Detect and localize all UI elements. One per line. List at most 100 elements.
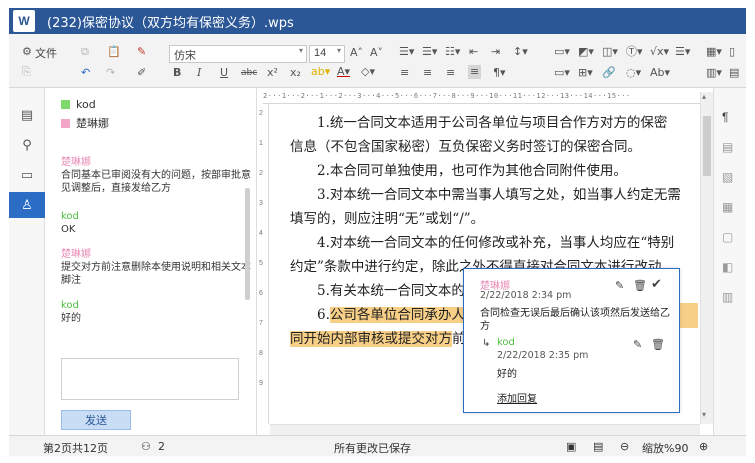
save-status: 所有更改已保存 xyxy=(334,442,411,455)
shading-icon[interactable]: ◇▾ xyxy=(361,65,375,79)
layout-icon[interactable]: ▦▾ xyxy=(706,45,722,59)
outline-icon[interactable]: ▤ xyxy=(9,102,45,128)
comments-scrollbar[interactable] xyxy=(245,188,250,300)
link-icon[interactable]: 🔗 xyxy=(602,66,616,80)
highlight-icon[interactable]: ab▾ xyxy=(311,65,330,79)
comment-highlight[interactable]: 同开始内部审核或提交对方 xyxy=(290,331,452,347)
vertical-ruler[interactable]: 2 1 2 3 4 5 6 7 8 9 xyxy=(257,104,269,424)
copy-icon[interactable]: ⧉ xyxy=(81,45,89,59)
superscript-button[interactable]: x² xyxy=(267,66,278,80)
image-icon[interactable]: ▧ xyxy=(722,170,733,184)
style-icon[interactable]: ▤ xyxy=(722,140,733,154)
format-painter-icon[interactable]: ✎ xyxy=(137,45,146,59)
font-shrink-icon[interactable]: A˅ xyxy=(370,46,383,60)
zoom-out-icon[interactable]: ⊖ xyxy=(620,440,629,453)
header-footer-icon[interactable]: ▭▾ xyxy=(554,66,570,80)
columns-icon[interactable]: ▥▾ xyxy=(706,66,722,80)
chart-insert-icon[interactable]: ◫▾ xyxy=(602,45,618,59)
comment-author: kod xyxy=(61,211,79,222)
gear-icon[interactable]: ⚙ xyxy=(22,45,32,59)
font-color-icon[interactable]: A▾ xyxy=(337,65,350,79)
web-view-icon[interactable]: ▤ xyxy=(593,440,603,453)
edit-icon[interactable]: ✎ xyxy=(633,338,642,351)
undo-icon[interactable]: ↶ xyxy=(81,66,90,80)
align-center-icon[interactable]: ≡ xyxy=(423,66,432,80)
document-icon[interactable]: ▢ xyxy=(722,230,733,244)
table-icon[interactable]: ▦ xyxy=(722,200,733,214)
paste-icon[interactable]: 📋 xyxy=(107,45,121,59)
doc-paragraph: 1.统一合同文本适用于公司各单位与项目合作方对方的保密 xyxy=(317,115,668,131)
comment-icon[interactable]: ▭ xyxy=(9,162,45,188)
scroll-thumb[interactable] xyxy=(703,116,711,176)
resolve-check-icon[interactable]: ✔ xyxy=(651,277,662,292)
ribbon-toolbar: ⚙ 文件 ⎘ ⧉ 📋 ✎ ↶ ↷ ✐ 仿宋 ▾ 14 ▾ A˄ A˅ B I U a… xyxy=(9,34,746,88)
file-menu[interactable]: 文件 xyxy=(35,45,57,61)
bold-button[interactable]: B xyxy=(173,66,181,80)
popup-reply-text: 好的 xyxy=(497,369,517,380)
formula-insert-icon[interactable]: √x▾ xyxy=(650,45,669,59)
decrease-indent-icon[interactable]: ⇤ xyxy=(469,45,478,59)
line-spacing-icon[interactable]: ↕▾ xyxy=(513,45,528,59)
delete-icon[interactable]: 🗑 xyxy=(633,279,647,292)
paragraph-mark-icon[interactable]: ¶▾ xyxy=(493,66,506,80)
align-left-icon[interactable]: ≡ xyxy=(400,66,409,80)
picture-insert-icon[interactable]: ◩▾ xyxy=(578,45,594,59)
add-reply-link[interactable]: 添加回复 xyxy=(497,390,537,405)
delete-icon[interactable]: 🗑 xyxy=(651,338,665,351)
users-icon[interactable]: ⚇ xyxy=(141,440,151,453)
reply-arrow-icon: ↳ xyxy=(482,338,491,349)
comment-item[interactable]: 楚琳娜 提交对方前注意删除本使用说明和相关文本脚注 xyxy=(61,248,251,287)
page-view-icon[interactable]: ▣ xyxy=(566,440,576,453)
comment-highlight[interactable]: 公司各单位合同承办人 xyxy=(329,307,465,323)
horizontal-ruler[interactable]: 2···1···2···1···2···3···4···5···6···7···… xyxy=(263,92,700,104)
send-button[interactable]: 发送 xyxy=(61,410,131,430)
paragraph-mark-icon[interactable]: ¶ xyxy=(722,110,728,124)
document-vertical-scrollbar[interactable]: ▴ ▾ xyxy=(700,92,713,424)
font-name-select[interactable]: 仿宋 ▾ xyxy=(169,45,307,63)
bar-chart-icon[interactable]: ▥ xyxy=(722,290,733,304)
comment-item[interactable]: 楚琳娜 合同基本已审阅没有大的问题，按部审批意见调整后，直接发给乙方 xyxy=(61,156,251,195)
strikethrough-button[interactable]: abc xyxy=(241,66,257,80)
search-icon[interactable]: ⚲ xyxy=(9,132,45,158)
zoom-in-icon[interactable]: ⊕ xyxy=(699,440,708,453)
numbered-list-icon[interactable]: ☰▾ xyxy=(422,45,437,59)
font-size-select[interactable]: 14 ▾ xyxy=(309,45,345,63)
multilevel-list-icon[interactable]: ☷▾ xyxy=(445,45,460,59)
wordart-icon[interactable]: Ab▾ xyxy=(650,66,670,80)
font-grow-icon[interactable]: A˄ xyxy=(350,46,363,60)
save-icon[interactable]: ⎘ xyxy=(22,65,31,79)
clear-format-icon[interactable]: ✐ xyxy=(137,66,146,80)
justify-icon[interactable]: ≡ xyxy=(468,65,482,79)
increase-indent-icon[interactable]: ⇥ xyxy=(491,45,500,59)
zoom-level[interactable]: 缩放%90 xyxy=(642,440,688,456)
chart-icon[interactable]: ◧ xyxy=(722,260,733,274)
left-side-nav: ▤ ⚲ ▭ ♙ xyxy=(9,88,45,435)
comment-text: 合同基本已审阅没有大的问题，按部审批意见调整后，直接发给乙方 xyxy=(61,170,251,194)
scroll-down-icon[interactable]: ▾ xyxy=(702,410,706,419)
grid-view-icon[interactable]: ▤ xyxy=(729,66,739,80)
document-horizontal-scrollbar[interactable] xyxy=(270,424,700,435)
edit-icon[interactable]: ✎ xyxy=(615,279,624,292)
grid-insert-icon[interactable]: ⊞▾ xyxy=(578,66,593,80)
comment-item[interactable]: kod 好的 xyxy=(61,299,251,325)
textbox-insert-icon[interactable]: Ⓣ▾ xyxy=(626,45,643,59)
redo-icon[interactable]: ↷ xyxy=(106,66,115,80)
subscript-button[interactable]: x₂ xyxy=(290,66,301,80)
shape-insert-icon[interactable]: ◌▾ xyxy=(626,66,641,80)
reply-input[interactable] xyxy=(61,358,239,400)
doc-paragraph: 信息（不包含国家秘密）互负保密义务时签订的保密合同。 xyxy=(290,139,641,155)
symbol-insert-icon[interactable]: ☰▾ xyxy=(675,45,690,59)
popup-reply-date: 2/22/2018 2:35 pm xyxy=(497,350,589,361)
align-right-icon[interactable]: ≡ xyxy=(446,66,455,80)
underline-button[interactable]: U xyxy=(220,66,228,80)
comment-item[interactable]: kod OK xyxy=(61,210,251,236)
view-icon[interactable]: ▯ xyxy=(729,45,735,59)
bullet-list-icon[interactable]: ☰▾ xyxy=(399,45,414,59)
scroll-up-icon[interactable]: ▴ xyxy=(702,92,706,101)
users-count: 2 xyxy=(158,440,165,453)
page-indicator[interactable]: 第2页共12页 xyxy=(43,440,108,456)
doc-paragraph: 填写的，则应注明“无”或划“/”。 xyxy=(290,211,485,227)
italic-button[interactable]: I xyxy=(197,66,201,80)
table-insert-icon[interactable]: ▭▾ xyxy=(554,45,570,59)
user-icon[interactable]: ♙ xyxy=(9,192,45,218)
